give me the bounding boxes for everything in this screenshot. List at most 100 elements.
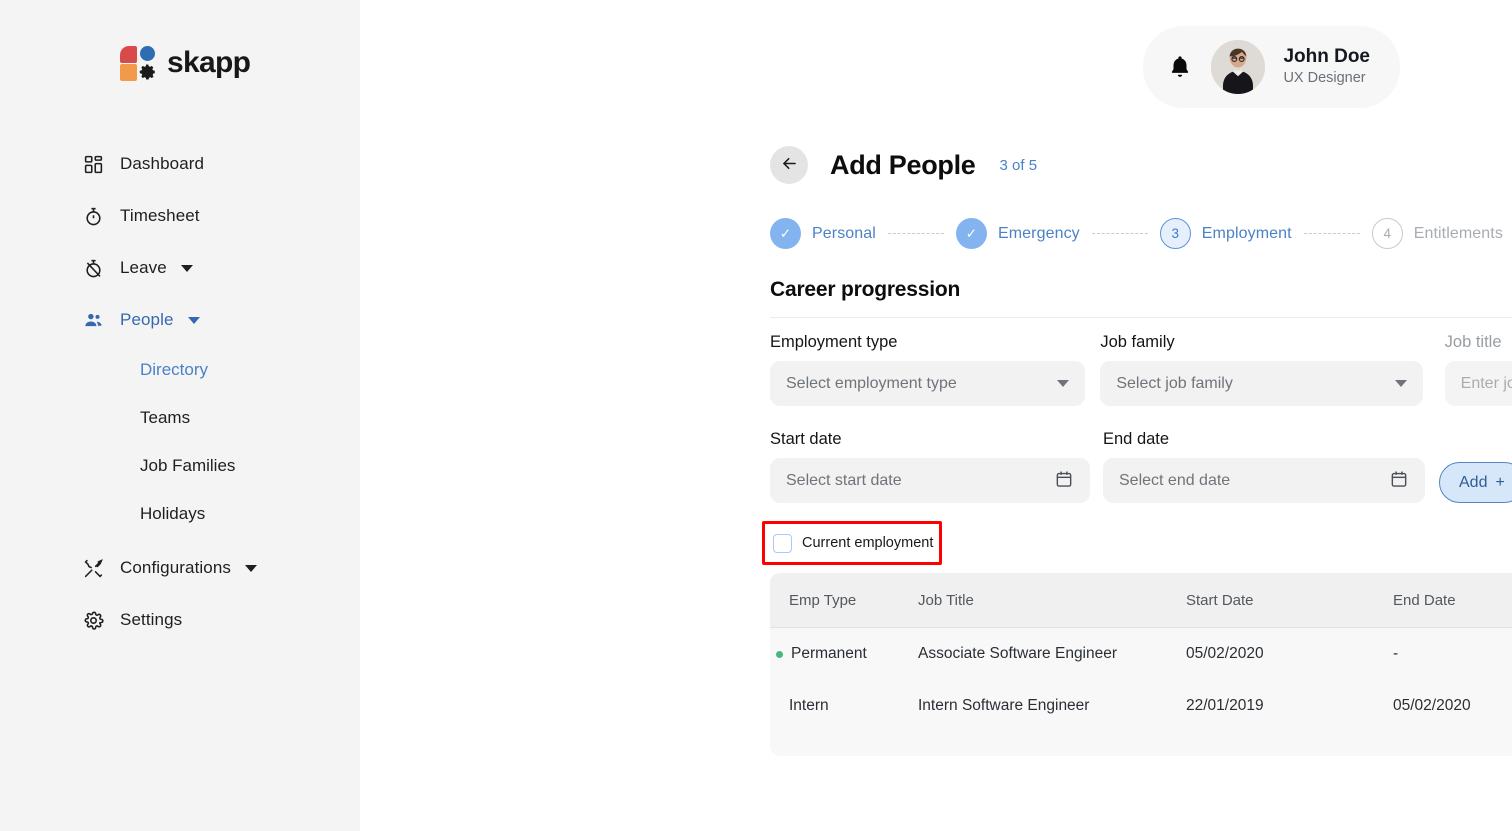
app-root: skapp Dashboard Tim	[0, 0, 1512, 831]
user-info: John Doe UX Designer	[1283, 45, 1370, 88]
sidebar-item-people[interactable]: People	[0, 294, 360, 346]
job-title-label: Job title	[1445, 333, 1512, 352]
table-row[interactable]: Permanent Associate Software Engineer 05…	[770, 628, 1512, 680]
sidebar-item-leave[interactable]: Leave	[0, 242, 360, 294]
step-label-entitlements: Entitlements	[1414, 225, 1503, 243]
stepper-step-emergency[interactable]: ✓ Emergency	[956, 218, 1080, 249]
section-divider	[770, 317, 1512, 318]
job-family-select[interactable]: Select job family	[1100, 361, 1422, 406]
sidebar-label-dashboard: Dashboard	[120, 154, 204, 174]
app-logo[interactable]: skapp	[120, 44, 250, 82]
table-header-job-title: Job Title	[918, 592, 1186, 609]
stepper-step-personal[interactable]: ✓ Personal	[770, 218, 876, 249]
sidebar-item-holidays[interactable]: Holidays	[0, 490, 360, 538]
stepper-step-entitlements[interactable]: 4 Entitlements	[1372, 218, 1503, 249]
table-header-emp-type: Emp Type	[770, 592, 918, 609]
table-header-start-date: Start Date	[1186, 592, 1393, 609]
step-label-employment: Employment	[1202, 225, 1292, 243]
chevron-down-icon-configurations[interactable]	[245, 565, 257, 572]
sidebar-label-job-families: Job Families	[140, 456, 235, 476]
chevron-down-icon-employment-type	[1057, 380, 1069, 387]
sidebar-label-directory: Directory	[140, 360, 208, 380]
sidebar-item-settings[interactable]: Settings	[0, 594, 360, 646]
current-employment-checkbox[interactable]	[773, 534, 792, 553]
end-date-label: End date	[1103, 430, 1425, 449]
job-family-value: Select job family	[1116, 375, 1394, 393]
employment-type-label: Employment type	[770, 333, 1085, 352]
avatar[interactable]	[1211, 40, 1265, 94]
logo-orange-square	[120, 64, 137, 81]
form-row-2: Start date Select start date End date	[770, 430, 1512, 503]
arrow-left-icon	[780, 154, 799, 176]
start-date-input[interactable]: Select start date	[770, 458, 1090, 503]
step-circle-4: 4	[1372, 218, 1403, 249]
stepper-step-employment[interactable]: 3 Employment	[1160, 218, 1292, 249]
start-date-group: Start date Select start date	[770, 430, 1090, 503]
step-separator-3	[1304, 233, 1360, 234]
sidebar-item-job-families[interactable]: Job Families	[0, 442, 360, 490]
dashboard-icon	[82, 153, 104, 175]
sidebar-item-teams[interactable]: Teams	[0, 394, 360, 442]
end-date-input[interactable]: Select end date	[1103, 458, 1425, 503]
career-progression-table: Emp Type Job Title Start Date End Date T…	[770, 573, 1512, 756]
step-circle-3: 3	[1160, 218, 1191, 249]
sidebar-label-configurations: Configurations	[120, 558, 231, 578]
start-date-label: Start date	[770, 430, 1090, 449]
career-progression-form: Employment type Select employment type J…	[770, 333, 1512, 503]
timer-icon	[82, 205, 104, 227]
table-header-row: Emp Type Job Title Start Date End Date T…	[770, 573, 1512, 628]
step-counter: 3 of 5	[1000, 157, 1038, 174]
timer-off-icon	[82, 257, 104, 279]
cell-job-title: Associate Software Engineer	[918, 645, 1186, 663]
logo-red-shape	[120, 46, 137, 63]
step-label-personal: Personal	[812, 225, 876, 243]
logo-wordmark: skapp	[167, 46, 250, 80]
add-button[interactable]: Add +	[1439, 462, 1512, 503]
bell-icon[interactable]	[1167, 54, 1193, 80]
employment-type-select[interactable]: Select employment type	[770, 361, 1085, 406]
sidebar-label-holidays: Holidays	[140, 504, 205, 524]
cell-emp-type: Intern	[770, 697, 918, 715]
table-row[interactable]: Intern Intern Software Engineer 22/01/20…	[770, 680, 1512, 732]
job-title-group: Job title Enter job title	[1445, 333, 1512, 406]
logo-blue-circle	[140, 46, 155, 61]
step-label-emergency: Emergency	[998, 225, 1080, 243]
skapp-logo-mark	[120, 44, 158, 82]
back-button[interactable]	[770, 146, 808, 184]
step-circle-2: ✓	[956, 218, 987, 249]
end-date-group: End date Select end date	[1103, 430, 1425, 503]
section-title: Career progression	[770, 278, 960, 302]
add-button-label: Add	[1459, 474, 1487, 492]
calendar-icon-start-date[interactable]	[1054, 469, 1074, 492]
sidebar-item-configurations[interactable]: Configurations	[0, 542, 360, 594]
table-body: Permanent Associate Software Engineer 05…	[770, 628, 1512, 756]
main-content: John Doe UX Designer Add People 3 of 5 ✓…	[360, 0, 1512, 831]
cell-emp-type-text: Intern	[789, 697, 829, 715]
sidebar-item-dashboard[interactable]: Dashboard	[0, 138, 360, 190]
employment-type-value: Select employment type	[786, 375, 1057, 393]
cell-emp-type-text: Permanent	[791, 645, 867, 663]
table-header-end-date: End Date	[1393, 592, 1512, 609]
calendar-icon-end-date[interactable]	[1389, 469, 1409, 492]
user-bar: John Doe UX Designer	[1143, 26, 1400, 108]
sidebar-item-timesheet[interactable]: Timesheet	[0, 190, 360, 242]
add-button-wrap: Add +	[1439, 462, 1512, 503]
current-employment-label: Current employment	[802, 535, 933, 551]
job-family-group: Job family Select job family	[1100, 333, 1422, 406]
cell-start-date: 22/01/2019	[1186, 697, 1393, 715]
current-employment-highlight: Current employment	[762, 521, 942, 565]
chevron-down-icon-leave[interactable]	[181, 265, 193, 272]
step-separator-1	[888, 233, 944, 234]
form-row-1: Employment type Select employment type J…	[770, 333, 1512, 406]
plus-icon: +	[1495, 474, 1504, 492]
page-header: Add People 3 of 5	[770, 146, 1037, 184]
chevron-down-icon-people[interactable]	[188, 317, 200, 324]
job-title-select[interactable]: Enter job title	[1445, 361, 1512, 406]
gear-icon	[82, 609, 104, 631]
sidebar-item-directory[interactable]: Directory	[0, 346, 360, 394]
sidebar-label-leave: Leave	[120, 258, 167, 278]
people-icon	[82, 309, 104, 331]
user-role: UX Designer	[1283, 69, 1370, 89]
cell-end-date: 05/02/2020	[1393, 697, 1512, 715]
end-date-value: Select end date	[1119, 472, 1389, 490]
